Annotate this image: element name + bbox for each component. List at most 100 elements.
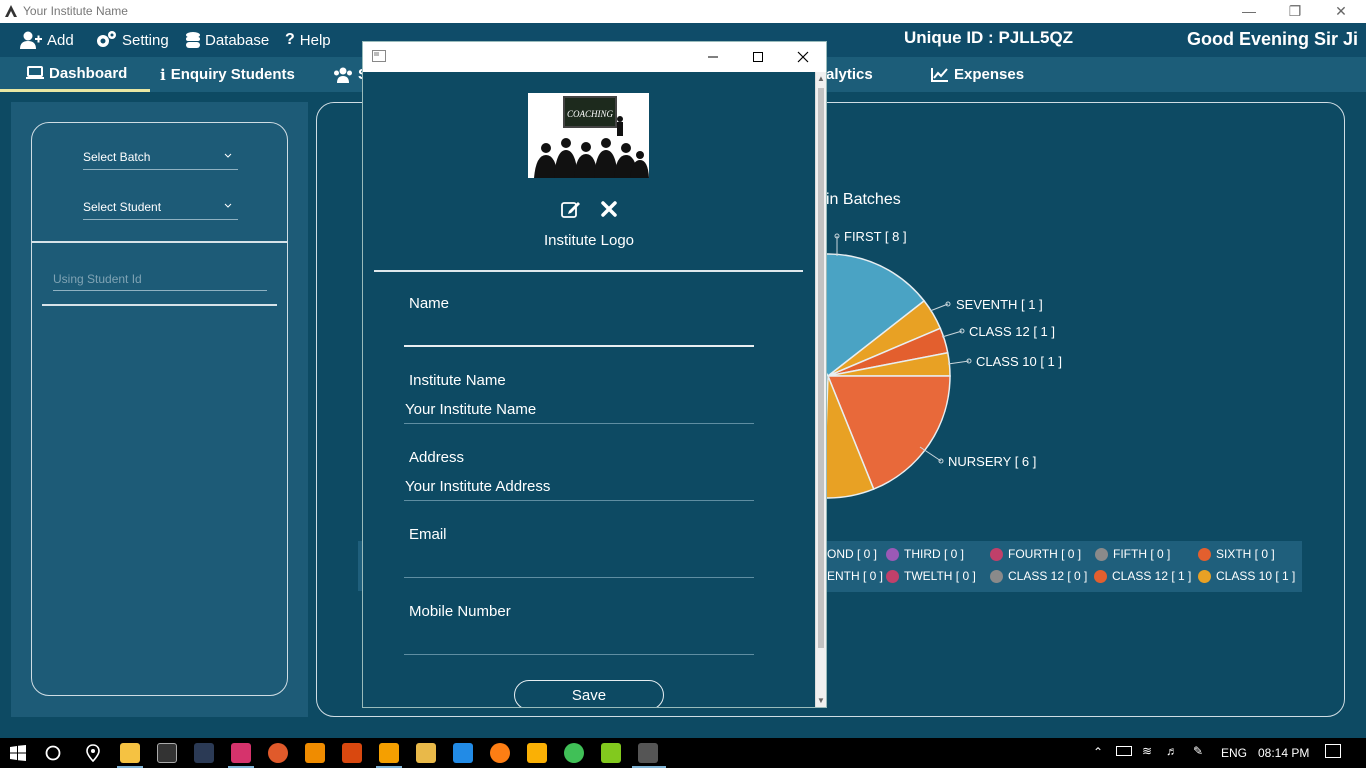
app-icon xyxy=(5,5,17,17)
remove-logo-icon[interactable] xyxy=(598,198,620,220)
legend-dot xyxy=(1198,569,1211,583)
dialog-scrollbar[interactable]: ▲ ▼ xyxy=(815,72,826,707)
left-panel: Select Batch Select Student xyxy=(11,102,308,717)
address-input[interactable] xyxy=(404,473,754,501)
info-icon: i xyxy=(160,65,166,84)
add-user-icon xyxy=(20,31,42,49)
ubuntu-icon[interactable] xyxy=(490,743,510,763)
institute-name-input[interactable] xyxy=(404,396,754,424)
tab-enquiry-students[interactable]: i Enquiry Students xyxy=(160,57,295,92)
notification-center-icon[interactable] xyxy=(1325,744,1341,758)
legend-item: TWELTH [ 0 ] xyxy=(886,569,976,583)
chart-title: in Batches xyxy=(826,191,901,208)
chart-legend: OND [ 0 ] THIRD [ 0 ] FOURTH [ 0 ] FIFTH… xyxy=(825,541,1302,592)
legend-item: FIFTH [ 0 ] xyxy=(1095,547,1170,561)
legend-dot xyxy=(1094,569,1107,583)
maps-icon[interactable] xyxy=(83,743,103,763)
name-input[interactable] xyxy=(404,319,754,347)
database-icon xyxy=(186,31,200,48)
tray-language[interactable]: ENG xyxy=(1221,746,1247,760)
window-titlebar: Your Institute Name — ❐ ✕ xyxy=(0,0,1366,23)
legend-label: FIFTH [ 0 ] xyxy=(1113,547,1171,561)
menu-setting[interactable]: Setting xyxy=(95,29,169,51)
command-prompt-icon[interactable] xyxy=(157,743,177,763)
institute-app-icon[interactable] xyxy=(638,743,658,763)
minimize-button[interactable]: — xyxy=(1226,0,1272,23)
tray-clock[interactable]: 08:14 PM xyxy=(1258,746,1309,760)
legend-label: TWELTH [ 0 ] xyxy=(904,569,976,583)
menu-help-label: Help xyxy=(299,31,331,49)
legend-dot xyxy=(886,569,899,583)
legend-label: SIXTH [ 0 ] xyxy=(1216,547,1275,561)
wifi-icon[interactable]: ≋ xyxy=(1142,744,1152,758)
institute-name-label: Institute Name xyxy=(409,372,506,389)
scrollbar-thumb[interactable] xyxy=(818,88,824,648)
mail-icon[interactable] xyxy=(416,743,436,763)
chrome-icon[interactable] xyxy=(564,743,584,763)
legend-item: CLASS 10 [ 1 ] xyxy=(1198,569,1295,583)
intellij-icon[interactable] xyxy=(453,743,473,763)
tab-analytics[interactable]: alytics xyxy=(826,57,873,92)
cortana-search-icon[interactable] xyxy=(45,745,61,761)
tab-dashboard[interactable]: Dashboard xyxy=(0,57,150,92)
sticky-notes-icon[interactable] xyxy=(527,743,547,763)
battery-icon[interactable] xyxy=(1116,746,1132,756)
legend-label: OND [ 0 ] xyxy=(827,547,878,561)
mobile-input[interactable] xyxy=(404,627,754,655)
tab-dashboard-label: Dashboard xyxy=(49,64,128,82)
pen-icon[interactable]: ✎ xyxy=(1193,744,1203,758)
chevron-down-icon xyxy=(224,203,232,208)
android-studio-icon[interactable] xyxy=(601,743,621,763)
legend-label: CLASS 10 [ 1 ] xyxy=(1216,569,1296,583)
paint-icon[interactable] xyxy=(231,743,251,763)
tab-expenses[interactable]: Expenses xyxy=(931,57,1024,92)
scroll-down-icon[interactable]: ▼ xyxy=(817,696,825,705)
select-batch-label: Select Batch xyxy=(83,150,151,164)
terminal-icon[interactable] xyxy=(194,743,214,763)
select-batch-dropdown[interactable]: Select Batch xyxy=(83,146,238,170)
windows-taskbar: ⌃ ≋ ♬ ✎ ENG 08:14 PM xyxy=(0,738,1366,768)
name-field-label: Name xyxy=(409,295,450,312)
legend-item: CLASS 12 [ 0 ] xyxy=(990,569,1087,583)
menu-add[interactable]: Add xyxy=(20,29,74,51)
volume-icon[interactable]: ♬ xyxy=(1166,744,1178,758)
save-button[interactable]: Save xyxy=(514,680,664,707)
legend-dot xyxy=(990,569,1003,583)
file-explorer-icon[interactable] xyxy=(120,743,140,763)
legend-item: CLASS 12 [ 1 ] xyxy=(1094,569,1191,583)
menu-help[interactable]: ? Help xyxy=(285,29,331,51)
legend-dot xyxy=(1095,547,1108,561)
legend-label: FOURTH [ 0 ] xyxy=(1008,547,1082,561)
student-id-input[interactable] xyxy=(53,267,267,291)
select-student-dropdown[interactable]: Select Student xyxy=(83,196,238,220)
vlc-icon[interactable] xyxy=(305,743,325,763)
tab-analytics-label: alytics xyxy=(826,66,873,83)
network-app-icon[interactable] xyxy=(268,743,288,763)
student-filter-card: Select Batch Select Student xyxy=(31,122,288,696)
legend-item: SIXTH [ 0 ] xyxy=(1198,547,1275,561)
coaching-logo: COACHING xyxy=(534,96,649,178)
sublime-text-icon[interactable] xyxy=(379,743,399,763)
close-window-button[interactable]: ✕ xyxy=(1318,0,1364,23)
edit-logo-icon[interactable] xyxy=(560,198,582,220)
card-divider xyxy=(32,241,287,243)
institute-settings-dialog: COACHING Institute Logo Name Institute N… xyxy=(362,41,827,708)
legend-label: CLASS 12 [ 0 ] xyxy=(1008,569,1088,583)
maximize-icon xyxy=(753,52,763,62)
restore-button[interactable]: ❐ xyxy=(1272,0,1318,23)
dialog-maximize-button[interactable] xyxy=(735,42,781,72)
menu-database[interactable]: Database xyxy=(186,29,269,51)
slice-label-nursery: NURSERY [ 6 ] xyxy=(948,454,1037,469)
email-input[interactable] xyxy=(404,550,754,578)
laptop-icon xyxy=(26,66,44,79)
legend-dot xyxy=(886,547,899,561)
windows-start-icon[interactable] xyxy=(10,745,26,761)
dialog-close-button[interactable] xyxy=(780,42,826,72)
tray-overflow-icon[interactable]: ⌃ xyxy=(1093,745,1103,759)
institute-logo-image: COACHING xyxy=(528,93,649,178)
dialog-minimize-button[interactable] xyxy=(690,42,736,72)
email-label: Email xyxy=(409,526,447,543)
logo-text: COACHING xyxy=(567,109,614,119)
pdf-reader-icon[interactable] xyxy=(342,743,362,763)
scroll-up-icon[interactable]: ▲ xyxy=(817,74,825,83)
